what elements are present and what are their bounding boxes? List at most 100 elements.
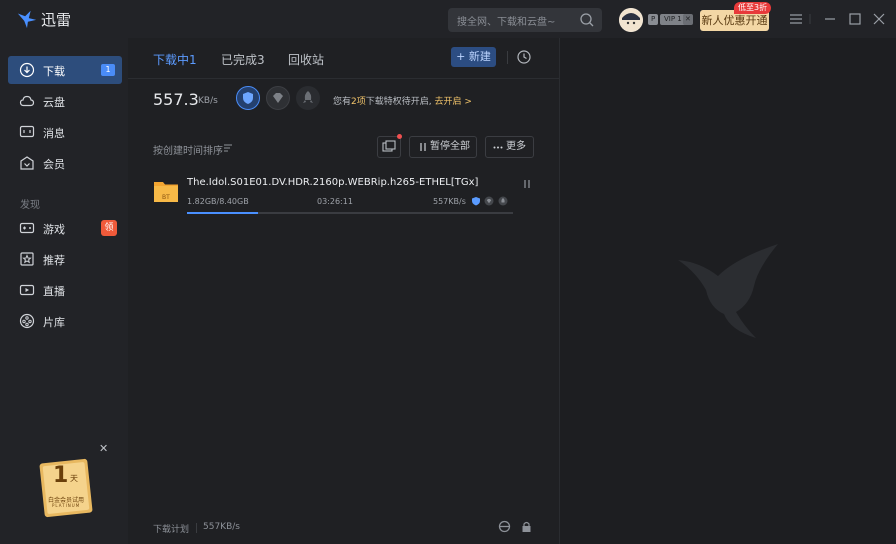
search-icon[interactable]: [579, 12, 595, 28]
sidebar-item-label: 会员: [43, 158, 65, 171]
browser-icon[interactable]: [498, 520, 511, 533]
task-rocket-icon: [498, 196, 508, 206]
task-time-remaining: 03:26:11: [317, 197, 353, 206]
shield-icon: [243, 92, 253, 104]
total-speed-value: 557.3: [153, 90, 199, 109]
sidebar-item-library[interactable]: 片库: [8, 307, 122, 335]
titlebar-divider: [809, 14, 811, 24]
sidebar: 下载 1 云盘 消息 会员 发现 游戏 领 推荐 直播 片库 ✕ 1 天 白金会…: [0, 38, 128, 544]
more-label: 更多: [506, 141, 526, 152]
vip-icon: [20, 156, 34, 170]
thunder-bird-watermark-icon: [678, 244, 778, 338]
sidebar-item-games[interactable]: 游戏 领: [8, 214, 122, 242]
minimize-icon[interactable]: [822, 11, 838, 27]
header-divider: [507, 51, 508, 64]
total-speed-unit: KB/s: [198, 96, 218, 106]
task-detail-pane: [559, 38, 896, 544]
gamepad-icon: [19, 222, 35, 234]
footer-speed: 557KB/s: [203, 522, 240, 532]
floating-window-button[interactable]: [377, 136, 401, 158]
more-button[interactable]: 更多: [485, 136, 534, 158]
sort-by-created-label[interactable]: 按创建时间排序: [153, 142, 223, 157]
header-rule: [128, 78, 559, 79]
platinum-trial-card[interactable]: 1 天 白金会员试用 PLATINUM: [38, 457, 94, 519]
more-dots-icon: [493, 146, 503, 149]
diamond-icon: [273, 93, 283, 103]
download-icon: [19, 62, 35, 78]
vip-level-badge: VIP 1: [660, 14, 686, 25]
sidebar-item-label: 片库: [43, 316, 65, 329]
tab-downloading[interactable]: 下载中1: [153, 51, 197, 68]
sidebar-item-label: 消息: [43, 127, 65, 140]
pause-all-button[interactable]: 暂停全部: [409, 136, 477, 158]
download-plan-label[interactable]: 下载计划: [153, 522, 189, 535]
promo-discount-tag: 低至3折: [734, 2, 772, 14]
privilege-count: 2项: [351, 97, 366, 107]
sidebar-item-recommend[interactable]: 推荐: [8, 245, 122, 273]
sidebar-item-label: 推荐: [43, 254, 65, 267]
download-task-row[interactable]: BT The.Idol.S01E01.DV.HDR.2160p.WEBRip.h…: [148, 174, 543, 220]
sidebar-item-cloud[interactable]: 云盘: [8, 87, 122, 115]
pause-icon: [420, 143, 426, 151]
task-diamond-icon: [484, 196, 494, 206]
rocket-icon: [303, 91, 313, 103]
sidebar-item-download[interactable]: 下载 1: [8, 56, 122, 84]
task-progress-track: [187, 212, 513, 214]
tab-recycle-bin[interactable]: 回收站: [288, 51, 324, 68]
x-badge: ✕: [683, 14, 693, 25]
lock-icon[interactable]: [520, 520, 533, 533]
sidebar-item-label: 游戏: [43, 223, 65, 236]
live-icon: [19, 284, 35, 296]
avatar-face-icon: [619, 8, 643, 32]
privilege-2-icon[interactable]: [266, 86, 290, 110]
app-name: 迅雷: [41, 11, 72, 29]
close-icon[interactable]: [871, 11, 887, 27]
user-avatar[interactable]: [619, 8, 643, 32]
cloud-icon: [19, 95, 35, 107]
sidebar-item-messages[interactable]: 消息: [8, 118, 122, 146]
sort-icon[interactable]: [223, 143, 233, 153]
sidebar-item-vip[interactable]: 会员: [8, 149, 122, 177]
gift-card-number: 1: [53, 463, 69, 488]
download-list-panel: 下载中1 已完成3 回收站 + 新建 557.3 KB/s 您有2项下载特权待开…: [128, 38, 559, 544]
menu-icon[interactable]: [788, 11, 804, 27]
gift-card-brand: PLATINUM: [52, 503, 81, 508]
notification-dot: [397, 134, 402, 139]
sidebar-item-label: 直播: [43, 285, 65, 298]
footer-divider: [196, 523, 197, 533]
gift-close-icon[interactable]: ✕: [99, 443, 109, 454]
task-pause-icon[interactable]: [522, 179, 532, 189]
title-bar: 迅雷 搜全网、下载和云盘~ P VIP 1 ✕ 新人优惠开通 低至3折: [0, 0, 896, 38]
floating-window-icon: [382, 140, 396, 152]
file-type-label: BT: [162, 194, 170, 201]
sidebar-item-live[interactable]: 直播: [8, 276, 122, 304]
privilege-prefix: 您有: [333, 97, 352, 107]
sidebar-item-label: 云盘: [43, 96, 65, 109]
search-box[interactable]: 搜全网、下载和云盘~: [448, 8, 602, 32]
games-claim-badge: 领: [101, 220, 117, 236]
thunder-bird-logo-icon: [17, 10, 37, 29]
privilege-1-icon[interactable]: [236, 86, 260, 110]
download-count-badge: 1: [101, 64, 115, 76]
tab-completed[interactable]: 已完成3: [221, 51, 265, 68]
privilege-prompt: 您有2项下载特权待开启, 去开启 >: [333, 94, 472, 107]
discover-section-title: 发现: [20, 200, 40, 211]
pause-all-label: 暂停全部: [430, 141, 470, 152]
gift-card-unit: 天: [70, 474, 78, 483]
sidebar-item-label: 下载: [43, 65, 65, 78]
new-task-button[interactable]: + 新建: [451, 47, 496, 67]
film-icon: [19, 313, 35, 329]
privilege-enable-link[interactable]: 去开启 >: [435, 97, 472, 107]
task-progress-fill: [187, 212, 258, 214]
p-badge: P: [648, 14, 659, 25]
privilege-middle: 下载特权待开启,: [365, 97, 432, 107]
task-file-name: The.Idol.S01E01.DV.HDR.2160p.WEBRip.h265…: [187, 177, 479, 188]
history-icon[interactable]: [516, 49, 532, 65]
task-shield-icon: [472, 197, 480, 206]
task-speed: 557KB/s: [433, 197, 466, 206]
task-size: 1.82GB/8.40GB: [187, 197, 249, 206]
privilege-3-icon[interactable]: [296, 86, 320, 110]
recommend-icon: [20, 252, 34, 266]
maximize-icon[interactable]: [847, 11, 863, 27]
search-placeholder[interactable]: 搜全网、下载和云盘~: [457, 13, 555, 28]
